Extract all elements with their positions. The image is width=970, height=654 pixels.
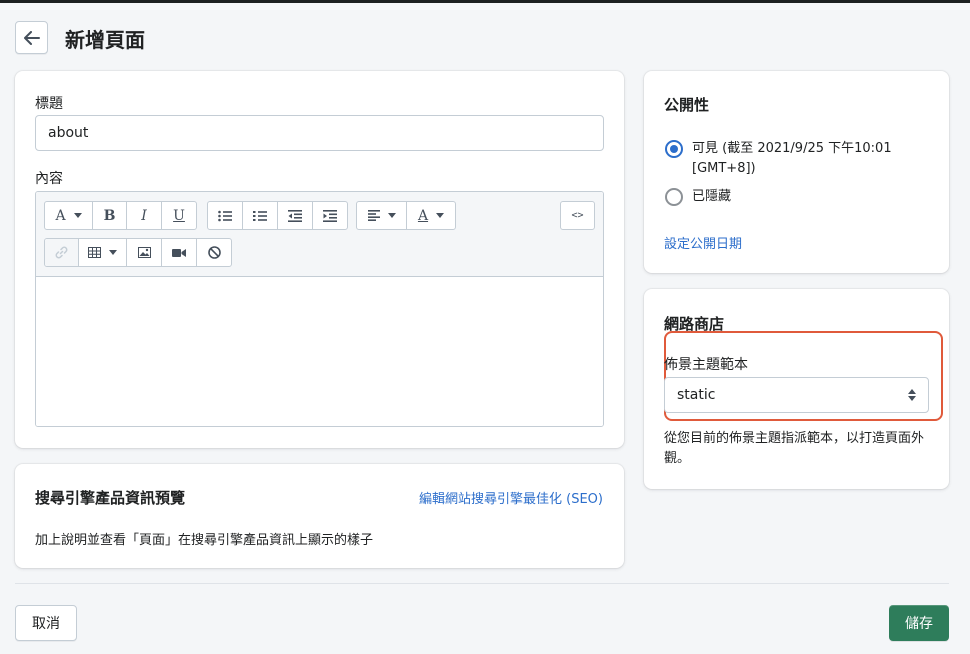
online-store-card: 網路商店 佈景主題範本 static 從您目前的佈景主題指派範本，以打造頁面外觀… [644,289,949,489]
bold-icon: B [103,207,116,224]
hidden-option-label: 已隱藏 [692,189,732,204]
cancel-button[interactable]: 取消 [15,605,77,641]
editor-content-area[interactable] [36,278,603,426]
set-publish-date-link[interactable]: 設定公開日期 [664,233,742,252]
edit-seo-link[interactable]: 編輯網站搜尋引擎最佳化 (SEO) [419,488,603,507]
table-icon [88,247,101,258]
seo-title: 搜尋引擎產品資訊預覽 [35,489,186,507]
italic-icon: I [141,207,147,224]
outdent-icon [288,209,302,222]
image-icon [137,247,151,258]
underline-button[interactable]: U [162,202,196,229]
top-bar [0,0,970,3]
insert-video-button[interactable] [162,239,197,266]
bullet-list-icon [218,210,232,221]
hidden-radio[interactable] [665,188,683,206]
rich-text-editor: A B I U A <> [35,191,604,427]
align-dropdown[interactable] [357,202,407,229]
seo-description: 加上說明並查看「頁面」在搜尋引擎產品資訊上顯示的樣子 [35,533,374,548]
template-label: 佈景主題範本 [664,357,748,373]
footer-divider [15,583,949,584]
chevron-down-icon [73,213,82,218]
indent-icon [323,209,337,222]
text-color-dropdown[interactable]: A [407,202,455,229]
visible-radio[interactable] [665,140,683,158]
italic-button[interactable]: I [127,202,162,229]
visible-option-label: 可見 (截至 2021/9/25 下午10:01 [GMT+8]) [692,141,892,176]
template-select-value: static [677,387,716,403]
font-icon: A [55,207,66,224]
chevron-down-icon [387,213,396,218]
insert-image-button[interactable] [127,239,162,266]
code-group: <> [560,201,595,230]
save-button[interactable]: 儲存 [889,605,949,641]
title-label: 標題 [35,96,63,112]
link-icon [55,246,68,259]
table-dropdown[interactable] [79,239,127,266]
show-html-button[interactable]: <> [561,202,594,229]
chevron-down-icon [436,213,445,218]
clear-format-icon [207,246,221,259]
bold-button[interactable]: B [93,202,127,229]
seo-preview-card: 搜尋引擎產品資訊預覽 編輯網站搜尋引擎最佳化 (SEO) 加上說明並查看「頁面」… [15,464,624,568]
page-title: 新增頁面 [65,28,145,52]
link-button[interactable] [45,239,79,266]
bullet-list-button[interactable] [208,202,243,229]
indent-button[interactable] [313,202,347,229]
arrow-left-icon [23,30,40,45]
outdent-button[interactable] [278,202,313,229]
text-color-icon: A [417,207,429,224]
insert-group [44,238,232,267]
page-content-card: 標題 about 內容 A B I U A <> [15,71,624,448]
template-help-text: 從您目前的佈景主題指派範本，以打造頁面外觀。 [664,431,925,466]
editor-toolbar: A B I U A <> [36,192,603,277]
chevron-down-icon [109,250,117,255]
clear-formatting-button[interactable] [197,239,231,266]
font-group: A B I U [44,201,197,230]
title-input[interactable]: about [35,115,604,151]
align-left-icon [367,210,380,221]
select-arrows-icon [908,389,916,401]
font-dropdown[interactable]: A [45,202,93,229]
numbered-list-button[interactable] [243,202,278,229]
content-label: 內容 [35,171,63,187]
template-select[interactable]: static [664,377,929,413]
code-icon: <> [571,210,584,221]
align-color-group: A [356,201,456,230]
list-group [207,201,348,230]
underline-icon: U [173,207,185,224]
visibility-card: 公開性 可見 (截至 2021/9/25 下午10:01 [GMT+8]) 已隱… [644,71,949,273]
video-icon [172,248,186,257]
visibility-title: 公開性 [664,96,710,114]
numbered-list-icon [253,210,267,221]
back-button[interactable] [15,21,48,54]
